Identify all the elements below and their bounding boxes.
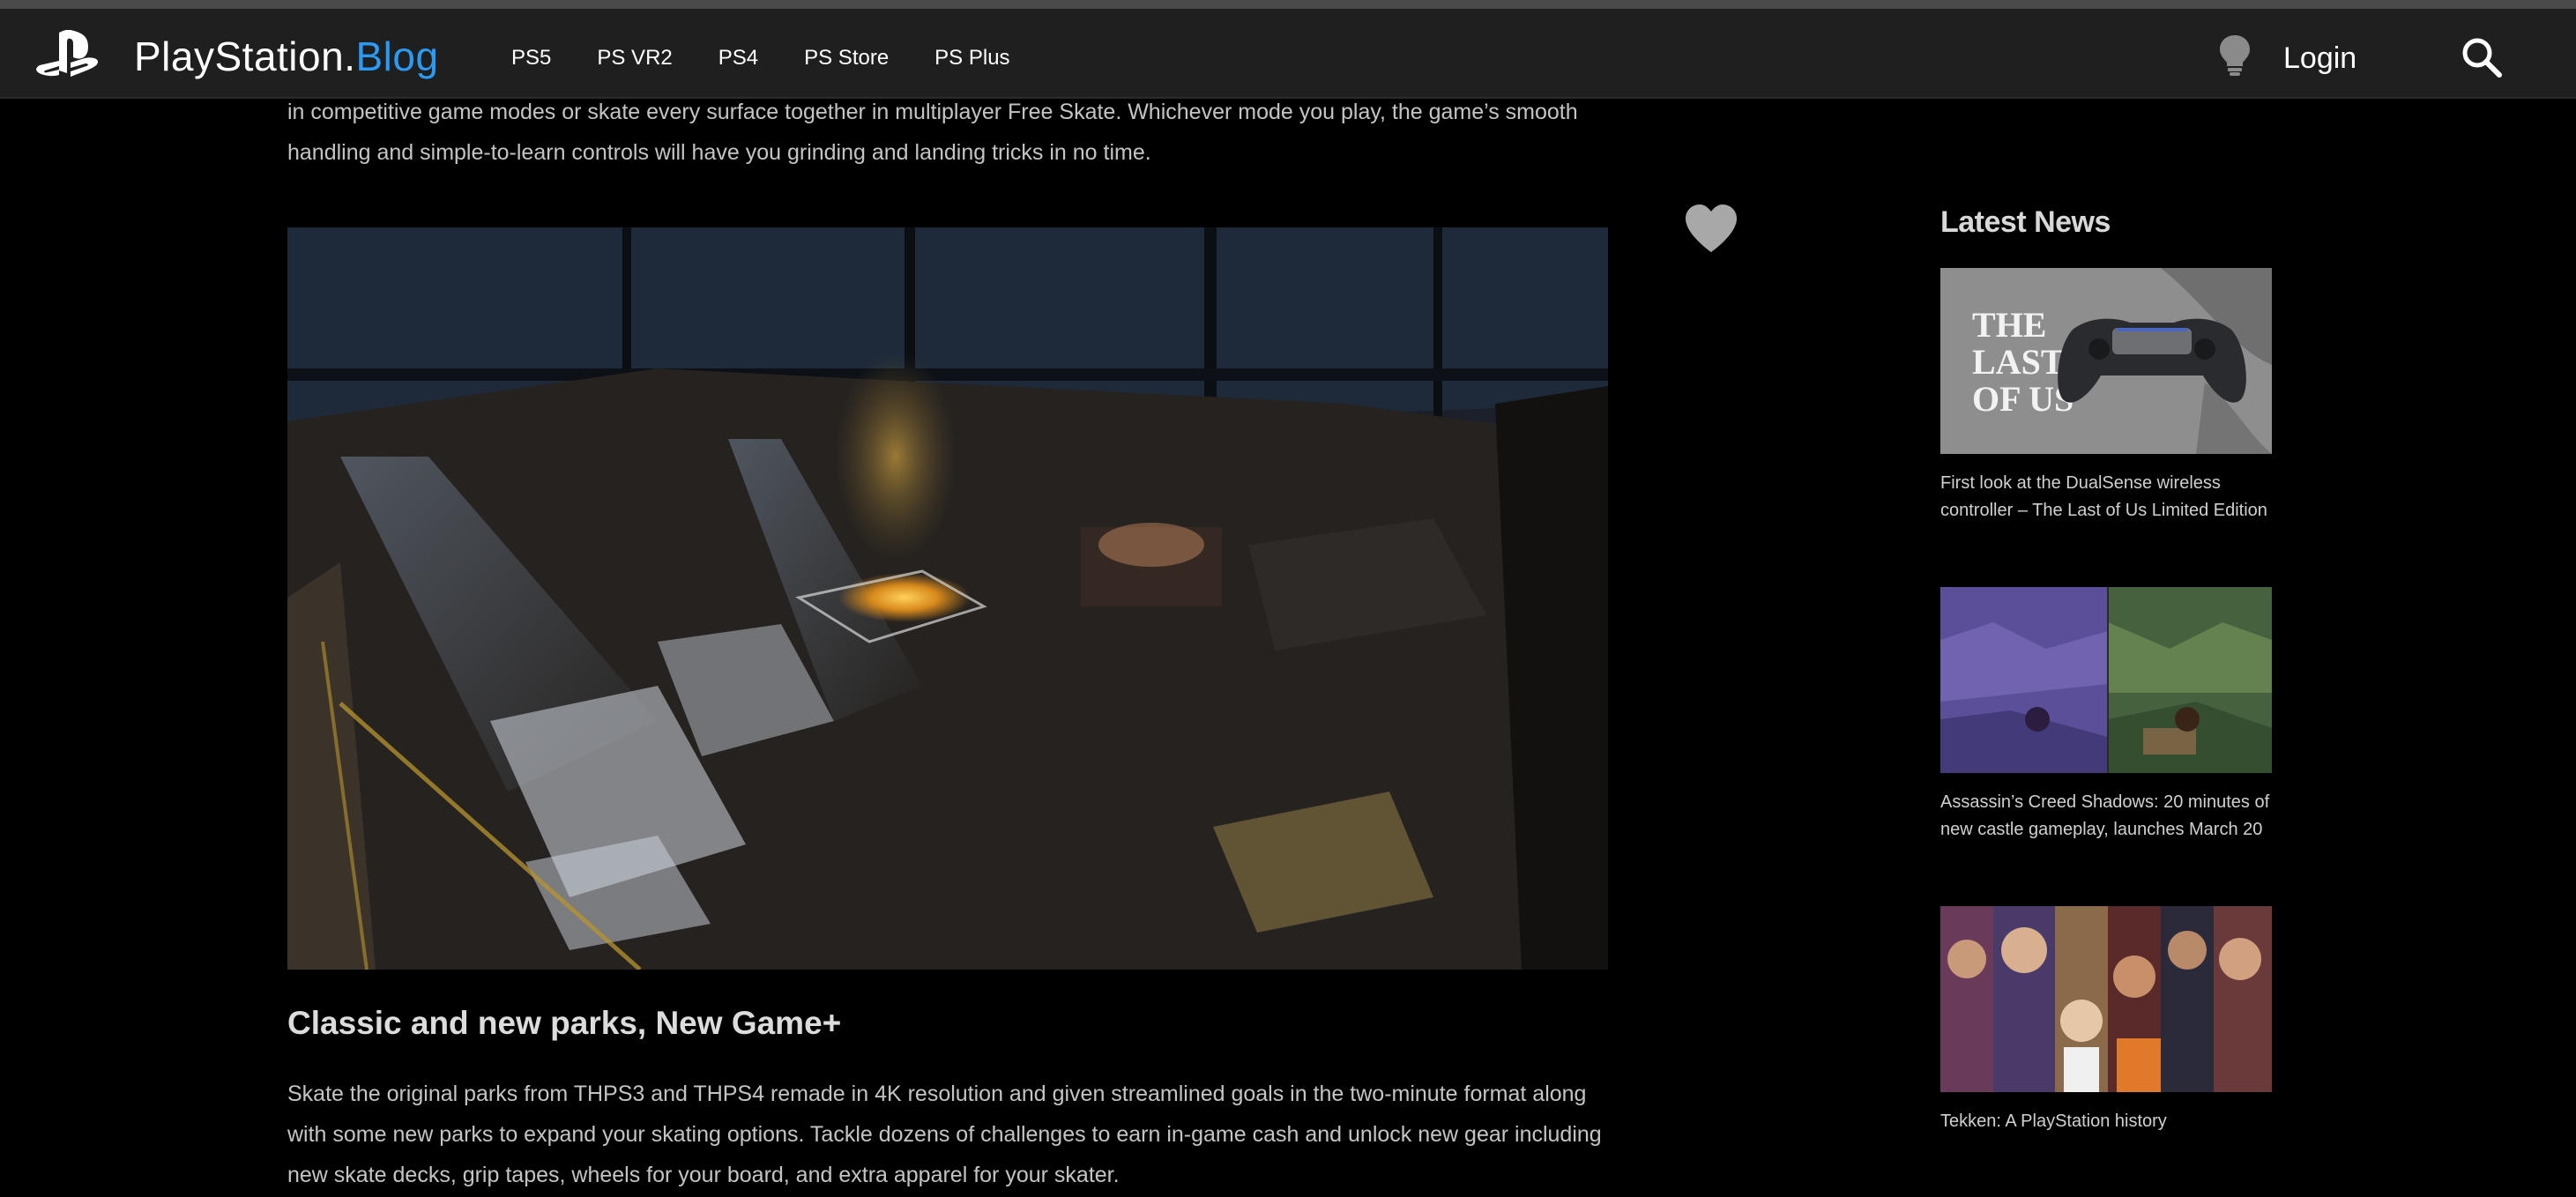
news-thumbnail[interactable]: [1940, 906, 2272, 1092]
lightbulb-icon[interactable]: [2216, 33, 2253, 78]
section-heading: Classic and new parks, New Game+: [287, 1005, 842, 1041]
news-item-caption[interactable]: Assassin’s Creed Shadows: 20 minutes of …: [1940, 789, 2293, 844]
news-thumbnail[interactable]: [1940, 587, 2272, 773]
nav-link-ps-plus[interactable]: PS Plus: [934, 42, 1009, 74]
news-item-tlou-controller[interactable]: THE LAST OF US First look at the DualSen…: [1940, 268, 2293, 524]
nav-link-ps4[interactable]: PS4: [718, 42, 758, 74]
article-intro-text: in competitive game modes or skate every…: [287, 100, 1578, 165]
brand-accent: Blog: [355, 33, 439, 79]
news-item-tekken-history[interactable]: Tekken: A PlayStation history: [1940, 906, 2293, 1135]
browser-top-strip: [0, 0, 2576, 9]
login-button[interactable]: Login: [2283, 39, 2356, 78]
news-item-caption[interactable]: First look at the DualSense wireless con…: [1940, 470, 2293, 524]
news-thumbnail[interactable]: THE LAST OF US: [1940, 268, 2272, 454]
main-nav: PS5 PS VR2 PS4 PS Store PS Plus: [511, 42, 1010, 74]
nav-link-ps5[interactable]: PS5: [511, 42, 551, 74]
thumb-title-line-1: THE: [1972, 305, 2046, 345]
playstation-logo-icon[interactable]: [35, 30, 99, 79]
nav-link-ps-vr2[interactable]: PS VR2: [597, 42, 672, 74]
brand-dot: .: [344, 33, 356, 79]
thumb-title-line-2: LAST: [1972, 342, 2065, 382]
search-icon[interactable]: [2460, 35, 2504, 79]
brand-main: PlayStation: [134, 33, 345, 79]
site-header: PlayStation.Blog PS5 PS VR2 PS4 PS Store…: [0, 9, 2576, 99]
site-brand[interactable]: PlayStation.Blog: [134, 32, 439, 81]
nav-link-ps-store[interactable]: PS Store: [804, 42, 889, 74]
news-item-assassins-creed-shadows[interactable]: Assassin’s Creed Shadows: 20 minutes of …: [1940, 587, 2293, 844]
article-hero-image: [287, 227, 1608, 970]
article-body-text: Skate the original parks from THPS3 and …: [287, 1082, 1602, 1187]
news-item-caption[interactable]: Tekken: A PlayStation history: [1940, 1108, 2293, 1135]
heart-icon[interactable]: [1684, 203, 1738, 254]
latest-news-title: Latest News: [1940, 205, 2111, 239]
